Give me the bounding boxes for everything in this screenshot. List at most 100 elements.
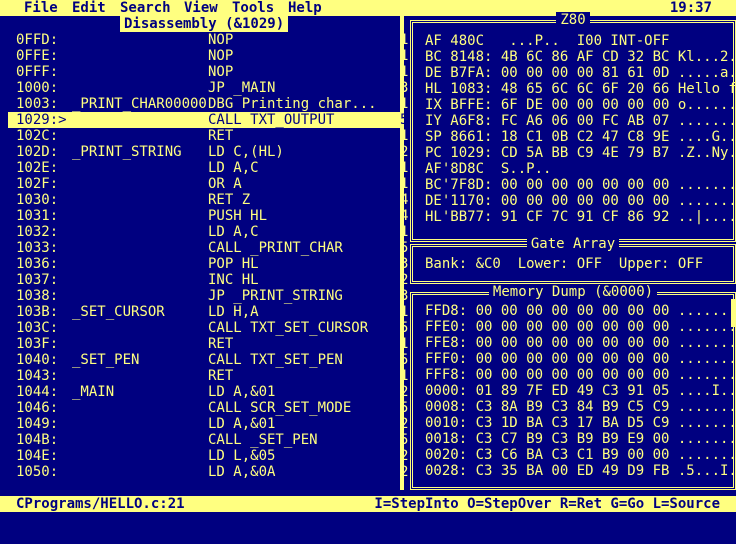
disassembly-cycles: 2 bbox=[400, 464, 409, 480]
disassembly-cycles: 4 bbox=[400, 192, 409, 208]
disassembly-instruction: CALL SCR_SET_MODE bbox=[208, 400, 352, 416]
disassembly-instruction: LD A,&01 bbox=[208, 416, 276, 432]
register-line: IY A6F8: FC A6 06 00 FC AB 07 ....... bbox=[425, 113, 736, 129]
disassembly-address: 1000: bbox=[16, 80, 59, 96]
gate-array-status: Bank: &C0 Lower: OFF Upper: OFF bbox=[425, 256, 704, 272]
disassembly-row[interactable]: 1040: _SET_PEN CALL TXT_SET_PEN 5 bbox=[8, 352, 408, 368]
disassembly-cycles: 2 bbox=[400, 144, 409, 160]
disassembly-address: 0FFF: bbox=[16, 64, 59, 80]
disassembly-row[interactable]: 1046: CALL SCR_SET_MODE 5 bbox=[8, 400, 408, 416]
disassembly-instruction: JP _PRINT_STRING bbox=[208, 288, 343, 304]
disassembly-row[interactable]: 103C: CALL TXT_SET_CURSOR 5 bbox=[8, 320, 408, 336]
disassembly-cycles: 1 bbox=[400, 176, 409, 192]
disassembly-address: 1038: bbox=[16, 288, 59, 304]
disassembly-instruction: INC HL bbox=[208, 272, 259, 288]
disassembly-row[interactable]: 104B: CALL _SET_PEN 5 bbox=[8, 432, 408, 448]
menu-search[interactable]: Search bbox=[120, 0, 171, 16]
disassembly-row[interactable]: 1031: PUSH HL 4 bbox=[8, 208, 408, 224]
source-location: CPrograms/HELLO.c:21 bbox=[16, 496, 185, 512]
disassembly-address: 102C: bbox=[16, 128, 59, 144]
disassembly-row[interactable]: 1050: LD A,&0A 2 bbox=[8, 464, 408, 480]
menu-help[interactable]: Help bbox=[288, 0, 322, 16]
register-line: BC 8148: 4B 6C 86 AF CD 32 BC Kl...2. bbox=[425, 49, 736, 65]
disassembly-row[interactable]: 103F: RET 1 bbox=[8, 336, 408, 352]
disassembly-instruction: NOP bbox=[208, 32, 234, 48]
menu-tools[interactable]: Tools bbox=[232, 0, 274, 16]
disassembly-row[interactable]: 0FFF: NOP 1 bbox=[8, 64, 408, 80]
menu-edit[interactable]: Edit bbox=[72, 0, 106, 16]
memory-line: 0000: 01 89 7F ED 49 C3 91 05 ....I... bbox=[425, 383, 736, 399]
memory-dump-list[interactable]: FFD8: 00 00 00 00 00 00 00 00 ........ FF… bbox=[425, 303, 736, 479]
disassembly-cycles: 1 bbox=[400, 304, 409, 320]
disassembly-cycles: 1 bbox=[400, 128, 409, 144]
disassembly-address: 1036: bbox=[16, 256, 59, 272]
disassembly-row[interactable]: 1036: POP HL 3 bbox=[8, 256, 408, 272]
status-bar: CPrograms/HELLO.c:21 I=StepInto O=StepOv… bbox=[0, 496, 736, 512]
disassembly-address: 1003: bbox=[16, 96, 59, 112]
disassembly-row[interactable]: 102E: LD A,C 1 bbox=[8, 160, 408, 176]
memory-line: FFF0: 00 00 00 00 00 00 00 00 ........ bbox=[425, 351, 736, 367]
register-line: DE B7FA: 00 00 00 00 81 61 0D .....a. bbox=[425, 65, 736, 81]
disassembly-instruction: RET bbox=[208, 368, 234, 384]
disassembly-cycles: 2 bbox=[400, 272, 409, 288]
disassembly-cycles: 1 bbox=[400, 336, 409, 352]
register-line: HL 1083: 48 65 6C 6C 6F 20 66 Hello f bbox=[425, 81, 736, 97]
disassembly-row[interactable]: 1049: LD A,&01 2 bbox=[8, 416, 408, 432]
disassembly-cycles: 1 bbox=[400, 160, 409, 176]
disassembly-row[interactable]: 1044: _MAIN LD A,&01 2 bbox=[8, 384, 408, 400]
disassembly-row[interactable]: 1037: INC HL 2 bbox=[8, 272, 408, 288]
disassembly-instruction: LD A,C bbox=[208, 160, 259, 176]
disassembly-address: 1032: bbox=[16, 224, 59, 240]
disassembly-row[interactable]: 1030: RET Z 4 bbox=[8, 192, 408, 208]
disassembly-address: 1049: bbox=[16, 416, 59, 432]
key-hints: I=StepInto O=StepOver R=Ret G=Go L=Sourc… bbox=[374, 496, 720, 512]
disassembly-cycles: 1 bbox=[400, 48, 409, 64]
memory-line: FFE8: 00 00 00 00 00 00 00 00 ........ bbox=[425, 335, 736, 351]
disassembly-cycles: 4 bbox=[400, 208, 409, 224]
disassembly-address: 1046: bbox=[16, 400, 59, 416]
memory-line: FFD8: 00 00 00 00 00 00 00 00 ........ bbox=[425, 303, 736, 319]
register-line: SP 8661: 18 C1 0B C2 47 C8 9E ....G.. bbox=[425, 129, 736, 145]
disassembly-row[interactable]: 1043: RET 1 bbox=[8, 368, 408, 384]
memory-scrollbar-thumb[interactable] bbox=[731, 299, 736, 327]
registers-list: AF 480C ...P.. I00 INT-OFF BC 8148: 4B 6C… bbox=[425, 33, 736, 225]
menu-view[interactable]: View bbox=[184, 0, 218, 16]
disassembly-address: 0FFD: bbox=[16, 32, 59, 48]
disassembly-row[interactable]: 103B: _SET_CURSOR LD H,A 1 bbox=[8, 304, 408, 320]
disassembly-address: 1031: bbox=[16, 208, 59, 224]
disassembly-row[interactable]: 1003: _PRINT_CHAR00000 DBG Printing char..… bbox=[8, 96, 408, 112]
disassembly-cycles: 5 bbox=[400, 112, 409, 128]
disassembly-cycles: 1 bbox=[400, 96, 409, 112]
disassembly-row[interactable]: 102C: RET 1 bbox=[8, 128, 408, 144]
menu-file[interactable]: File bbox=[24, 0, 58, 16]
register-line: IX BFFE: 6F DE 00 00 00 00 00 o...... bbox=[425, 97, 736, 113]
disassembly-row[interactable]: 1038: JP _PRINT_STRING 3 bbox=[8, 288, 408, 304]
register-line: HL'BB77: 91 CF 7C 91 CF 86 92 ..|.... bbox=[425, 209, 736, 225]
disassembly-instruction: RET bbox=[208, 128, 234, 144]
register-line: AF 480C ...P.. I00 INT-OFF bbox=[425, 33, 670, 49]
disassembly-row[interactable]: 104E: LD L,&05 2 bbox=[8, 448, 408, 464]
disassembly-instruction: CALL _PRINT_CHAR bbox=[208, 240, 343, 256]
disassembly-instruction: LD A,&01 bbox=[208, 384, 276, 400]
disassembly-row[interactable]: 0FFE: NOP 1 bbox=[8, 48, 408, 64]
disassembly-address: 102E: bbox=[16, 160, 59, 176]
disassembly-address: 103B: bbox=[16, 304, 59, 320]
disassembly-row[interactable]: 1000: JP _MAIN 3 bbox=[8, 80, 408, 96]
disassembly-row[interactable]: 0FFD: NOP 1 bbox=[8, 32, 408, 48]
disassembly-instruction: CALL TXT_SET_PEN bbox=[208, 352, 343, 368]
disassembly-row[interactable]: 1032: LD A,C 1 bbox=[8, 224, 408, 240]
disassembly-cycles: 5 bbox=[400, 240, 409, 256]
memory-dump-pane[interactable]: Memory Dump (&0000) FFD8: 00 00 00 00 00… bbox=[410, 284, 736, 490]
disassembly-address: 1029:> bbox=[16, 112, 67, 128]
disassembly-row[interactable]: 102F: OR A 1 bbox=[8, 176, 408, 192]
disassembly-address: 0FFE: bbox=[16, 48, 59, 64]
disassembly-row[interactable]: 102D: _PRINT_STRING LD C,(HL) 2 bbox=[8, 144, 408, 160]
current-instruction-row[interactable]: 1029:> CALL TXT_OUTPUT 5 bbox=[8, 112, 408, 128]
disassembly-address: 1044: bbox=[16, 384, 59, 400]
disassembly-address: 103C: bbox=[16, 320, 59, 336]
disassembly-row[interactable]: 1033: CALL _PRINT_CHAR 5 bbox=[8, 240, 408, 256]
disassembly-address: 1033: bbox=[16, 240, 59, 256]
disassembly-instruction: CALL _SET_PEN bbox=[208, 432, 318, 448]
registers-pane: Z80 AF 480C ...P.. I00 INT-OFF BC 8148: 4… bbox=[410, 12, 736, 242]
disassembly-list[interactable]: 0FFD: NOP 1 0FFE: NOP 1 0FFF: NOP 1 1000: JP _MAIN… bbox=[8, 32, 408, 480]
